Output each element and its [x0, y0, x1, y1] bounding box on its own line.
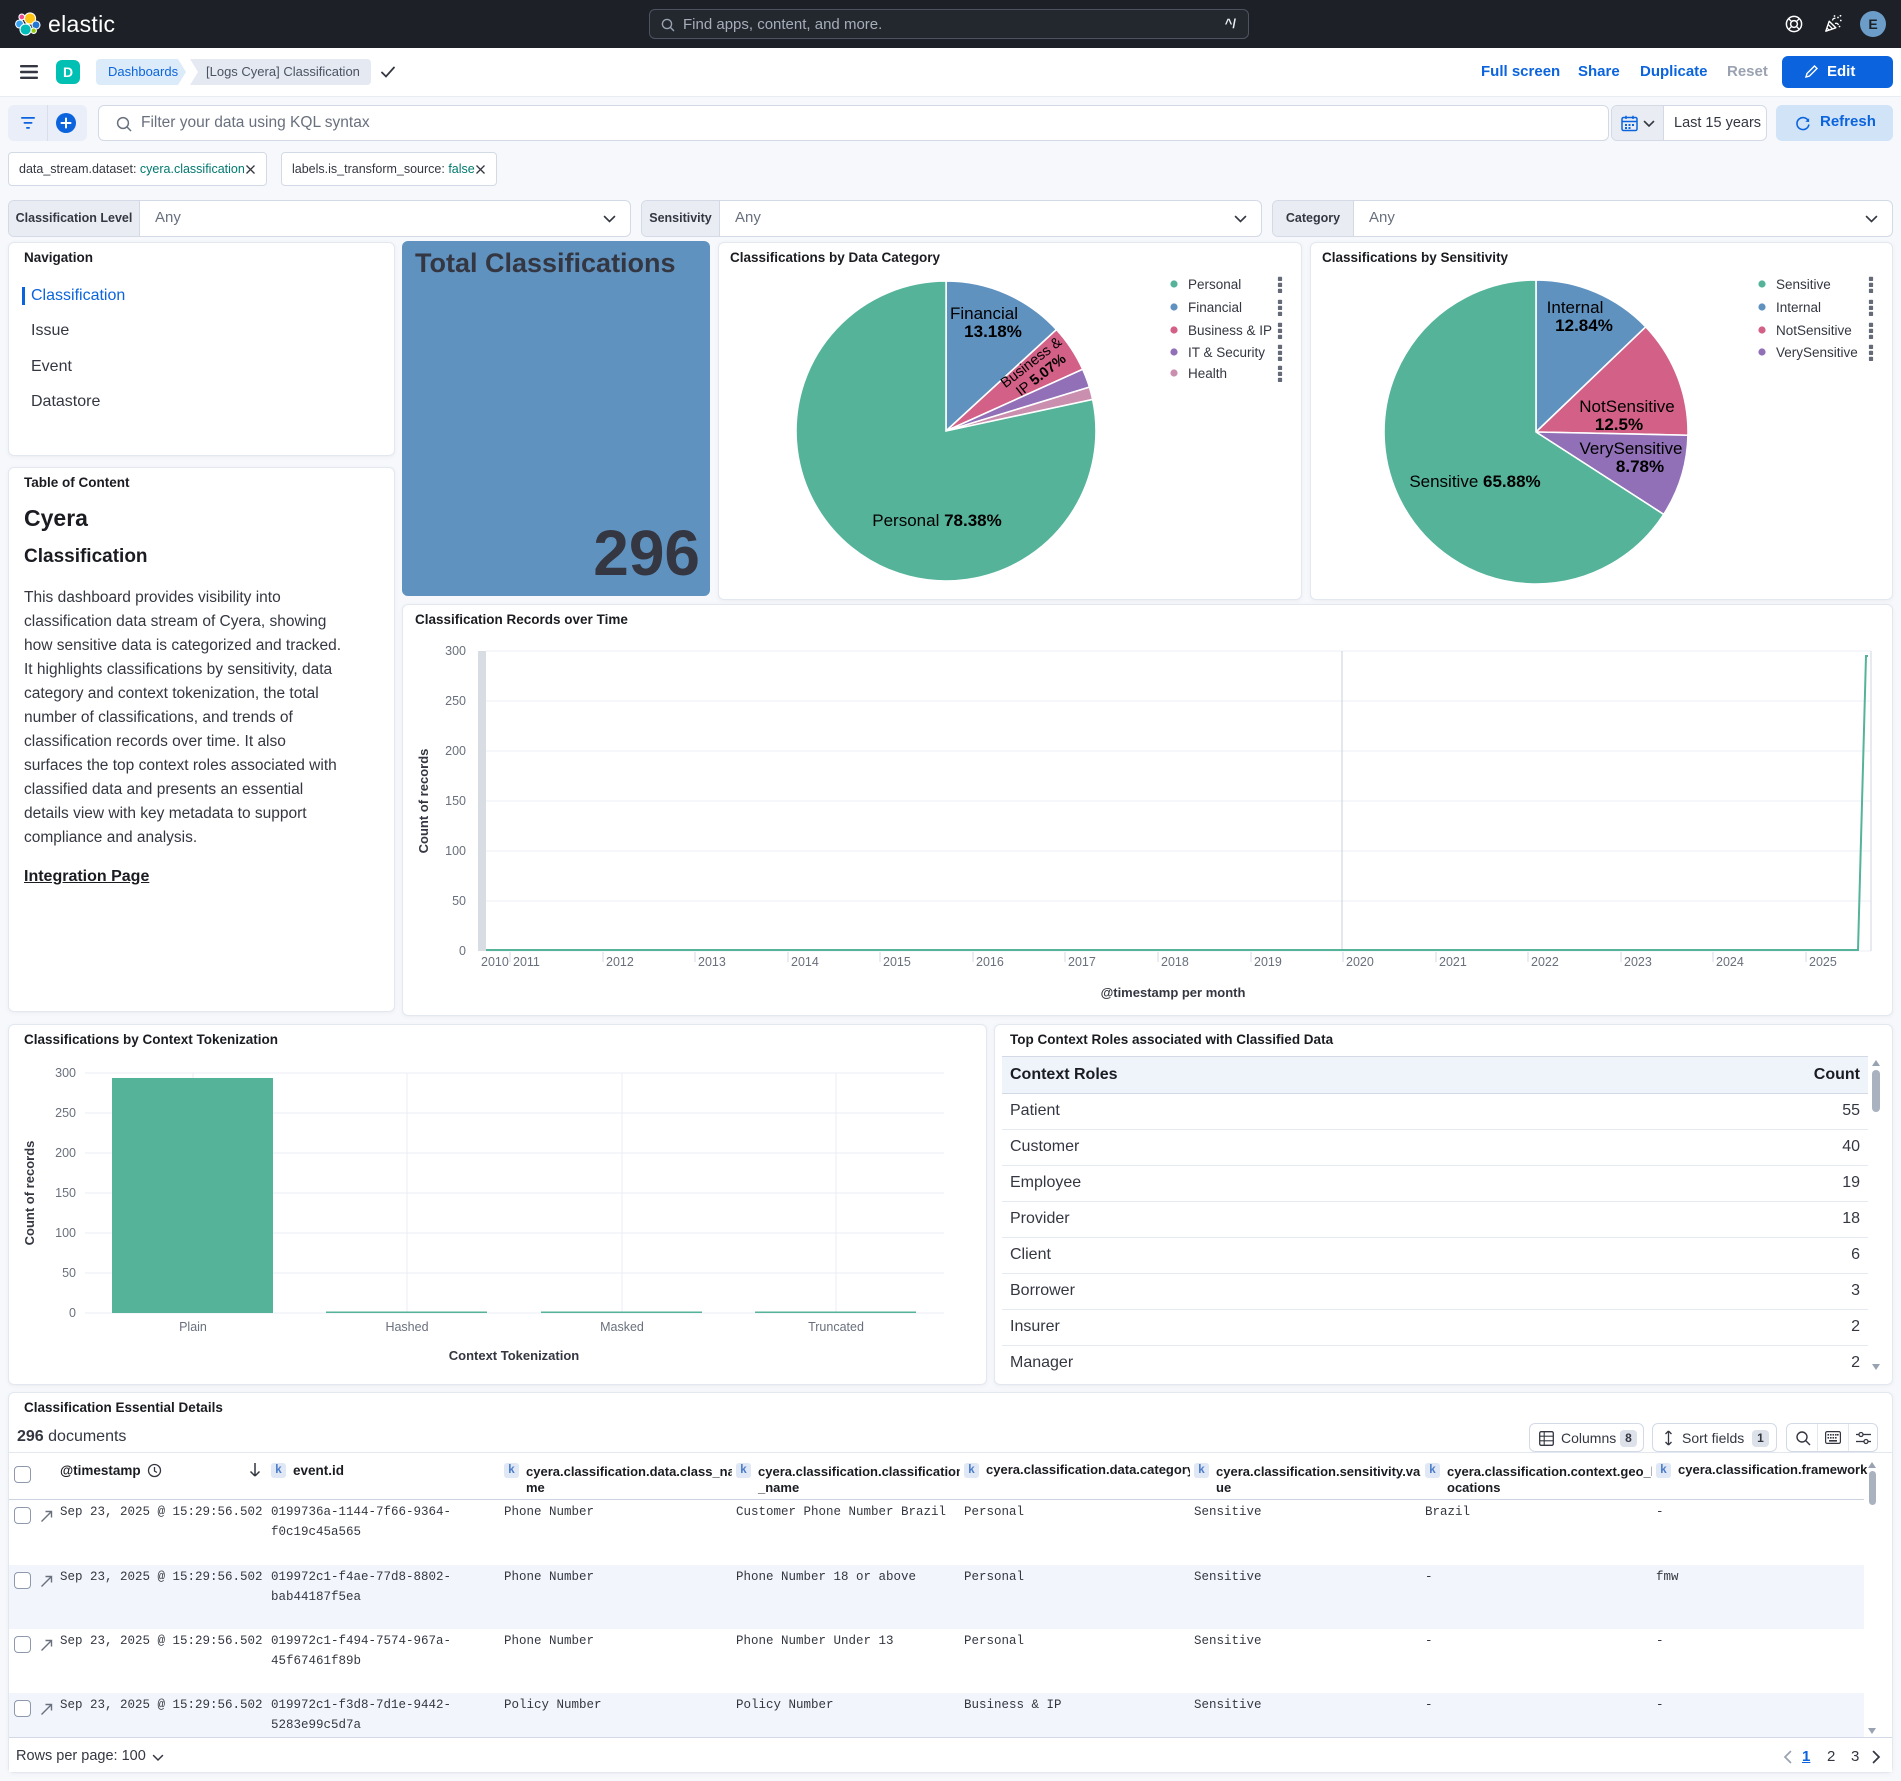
- svg-text:VerySensitive: VerySensitive: [1580, 439, 1683, 458]
- svg-text:Hashed: Hashed: [385, 1320, 428, 1334]
- svg-text:Sensitive: Sensitive: [1776, 277, 1831, 292]
- svg-text:2018: 2018: [1161, 955, 1189, 969]
- svg-text:Context Tokenization: Context Tokenization: [449, 1348, 580, 1363]
- svg-text:Count of records: Count of records: [416, 749, 431, 854]
- svg-text:2011: 2011: [513, 955, 540, 969]
- svg-text:Personal: Personal: [1188, 277, 1241, 292]
- svg-text:2023: 2023: [1624, 955, 1652, 969]
- svg-text:IT & Security: IT & Security: [1188, 345, 1265, 360]
- svg-text:50: 50: [452, 894, 466, 908]
- svg-text:Plain: Plain: [179, 1320, 207, 1334]
- svg-text:12.84%: 12.84%: [1555, 316, 1613, 335]
- svg-text:@timestamp per month: @timestamp per month: [1101, 985, 1246, 1000]
- svg-text:50: 50: [62, 1266, 76, 1280]
- svg-text:2019: 2019: [1254, 955, 1282, 969]
- svg-text:Masked: Masked: [600, 1320, 644, 1334]
- svg-text:2020: 2020: [1346, 955, 1374, 969]
- svg-text:NotSensitive: NotSensitive: [1579, 397, 1674, 416]
- svg-text:2015: 2015: [883, 955, 911, 969]
- svg-text:2024: 2024: [1716, 955, 1744, 969]
- svg-text:300: 300: [445, 644, 466, 658]
- svg-text:Health: Health: [1188, 366, 1227, 381]
- svg-text:Truncated: Truncated: [808, 1320, 864, 1334]
- svg-text:2022: 2022: [1531, 955, 1559, 969]
- svg-text:Personal 78.38%: Personal 78.38%: [872, 511, 1002, 530]
- svg-text:Internal: Internal: [1776, 300, 1821, 315]
- svg-text:200: 200: [445, 744, 466, 758]
- svg-text:2010: 2010: [481, 955, 509, 969]
- svg-text:300: 300: [55, 1066, 76, 1080]
- svg-text:200: 200: [55, 1146, 76, 1160]
- svg-text:8.78%: 8.78%: [1616, 457, 1664, 476]
- svg-text:Sensitive 65.88%: Sensitive 65.88%: [1409, 472, 1540, 491]
- svg-text:2021: 2021: [1439, 955, 1467, 969]
- svg-text:2013: 2013: [698, 955, 726, 969]
- svg-text:2016: 2016: [976, 955, 1004, 969]
- svg-text:0: 0: [69, 1306, 76, 1320]
- svg-text:VerySensitive: VerySensitive: [1776, 345, 1858, 360]
- svg-text:Business & IP: Business & IP: [1188, 323, 1272, 338]
- svg-text:Internal: Internal: [1547, 298, 1604, 317]
- svg-text:13.18%: 13.18%: [964, 322, 1022, 341]
- svg-text:Count of records: Count of records: [22, 1141, 37, 1246]
- svg-text:100: 100: [445, 844, 466, 858]
- svg-text:2012: 2012: [606, 955, 634, 969]
- svg-text:Financial: Financial: [950, 304, 1018, 323]
- svg-text:250: 250: [445, 694, 466, 708]
- svg-text:2014: 2014: [791, 955, 819, 969]
- svg-text:150: 150: [445, 794, 466, 808]
- svg-text:0: 0: [459, 944, 466, 958]
- svg-text:NotSensitive: NotSensitive: [1776, 323, 1852, 338]
- svg-text:2017: 2017: [1068, 955, 1096, 969]
- svg-text:12.5%: 12.5%: [1595, 415, 1643, 434]
- svg-text:100: 100: [55, 1226, 76, 1240]
- svg-text:250: 250: [55, 1106, 76, 1120]
- svg-text:150: 150: [55, 1186, 76, 1200]
- svg-text:2025: 2025: [1809, 955, 1837, 969]
- svg-text:Financial: Financial: [1188, 300, 1242, 315]
